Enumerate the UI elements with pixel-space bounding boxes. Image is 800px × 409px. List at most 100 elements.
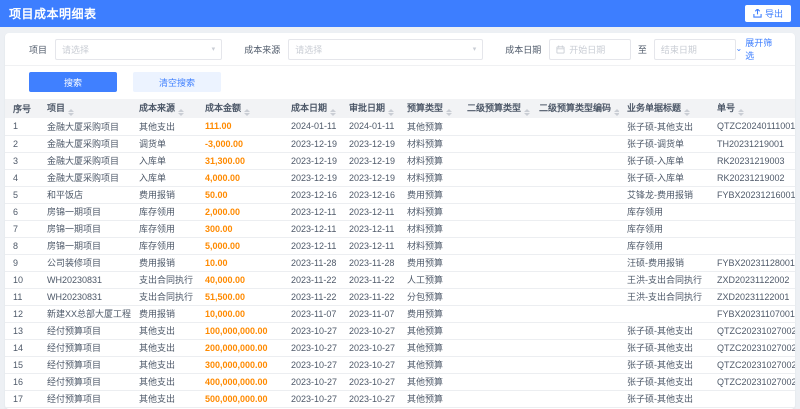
page-header: 项目成本明细表 导出 bbox=[0, 0, 800, 27]
column-header[interactable]: 二级预算类型编码 bbox=[531, 99, 619, 118]
column-header[interactable]: 成本金额 bbox=[197, 99, 283, 118]
table-body: 1 金融大厦采购项目 其他支出 111.00 2024-01-11 2024-01-11 其… bbox=[5, 118, 795, 408]
table-cell: 300,000,000.00 bbox=[197, 356, 283, 374]
table-row: 17 经付预算项目 其他支出 500,000,000.00 2023-10-27 2023… bbox=[5, 390, 795, 408]
table-cell bbox=[459, 254, 531, 272]
table-cell: 2023-12-19 bbox=[283, 135, 341, 153]
table-cell: 入库单 bbox=[131, 169, 197, 187]
sort-icon[interactable] bbox=[178, 109, 185, 116]
table-cell: 2023-11-07 bbox=[283, 305, 341, 323]
sort-icon[interactable] bbox=[684, 109, 691, 116]
table-cell: 4 bbox=[5, 169, 39, 187]
table-cell: 材料预算 bbox=[399, 237, 459, 255]
table-cell bbox=[531, 305, 619, 323]
sort-icon[interactable] bbox=[330, 109, 337, 116]
table-cell: 2023-12-16 bbox=[341, 186, 399, 204]
table-cell: FYBX20231128001 bbox=[709, 254, 795, 272]
cost-detail-table: 序号 项目 成本来源 成本金额 成本日期 审批日期 预算类型 二级预算类型 二级预算类型编码 业务… bbox=[5, 99, 795, 408]
table-cell: WH20230831 bbox=[39, 288, 131, 306]
table-cell: 4,000.00 bbox=[197, 169, 283, 187]
table-cell bbox=[709, 203, 795, 221]
table-cell bbox=[531, 254, 619, 272]
table-cell: ZXD20231122001 bbox=[709, 288, 795, 306]
table-cell bbox=[459, 152, 531, 170]
table-cell: 2023-12-19 bbox=[341, 169, 399, 187]
table-cell: 经付预算项目 bbox=[39, 322, 131, 340]
table-cell bbox=[531, 135, 619, 153]
table-row: 1 金融大厦采购项目 其他支出 111.00 2024-01-11 2024-01-11 其… bbox=[5, 118, 795, 136]
table-cell bbox=[531, 322, 619, 340]
table-cell: 17 bbox=[5, 390, 39, 408]
date-end-input[interactable]: 结束日期 bbox=[653, 38, 736, 60]
table-cell: 其他预算 bbox=[399, 339, 459, 357]
table-cell: 经付预算项目 bbox=[39, 356, 131, 374]
table-cell: 材料预算 bbox=[399, 220, 459, 238]
project-select[interactable]: 请选择 ▾ bbox=[55, 38, 223, 60]
table-row: 15 经付预算项目 其他支出 300,000,000.00 2023-10-27 2023… bbox=[5, 356, 795, 374]
table-cell: 2023-10-27 bbox=[283, 322, 341, 340]
table-cell: 2023-11-28 bbox=[341, 254, 399, 272]
table-cell: 库存领用 bbox=[131, 220, 197, 238]
chevron-down-icon: ▾ bbox=[472, 45, 477, 53]
column-header-label: 项目 bbox=[47, 103, 66, 113]
date-start-input[interactable]: 开始日期 bbox=[549, 38, 631, 60]
expand-filter-toggle[interactable]: ⌄ 展开筛选 bbox=[736, 36, 781, 62]
table-cell: 400,000,000.00 bbox=[197, 373, 283, 391]
table-cell: 金融大厦采购项目 bbox=[39, 135, 131, 153]
column-header-label: 预算类型 bbox=[407, 103, 444, 113]
table-cell: 金融大厦采购项目 bbox=[39, 118, 131, 136]
table-cell: 材料预算 bbox=[399, 135, 459, 153]
table-cell bbox=[459, 390, 531, 408]
table-cell bbox=[531, 220, 619, 238]
filter-actions: 搜索 清空搜索 bbox=[5, 66, 795, 99]
sort-icon[interactable] bbox=[388, 109, 395, 116]
column-header[interactable]: 成本日期 bbox=[283, 99, 341, 118]
column-header[interactable]: 项目 bbox=[39, 99, 131, 118]
table-cell bbox=[531, 203, 619, 221]
column-header[interactable]: 审批日期 bbox=[341, 99, 399, 118]
source-select[interactable]: 请选择 ▾ bbox=[288, 38, 484, 60]
table-cell: 张子硕-入库单 bbox=[619, 152, 709, 170]
sort-icon[interactable] bbox=[614, 109, 619, 116]
table-cell bbox=[459, 186, 531, 204]
export-button[interactable]: 导出 bbox=[744, 5, 791, 22]
project-filter-label: 项目 bbox=[29, 44, 48, 55]
table-cell: 5,000.00 bbox=[197, 237, 283, 255]
table-cell: 经付预算项目 bbox=[39, 373, 131, 391]
sort-icon[interactable] bbox=[68, 109, 75, 116]
column-header[interactable]: 单号 bbox=[709, 99, 795, 118]
table-cell: 2023-10-27 bbox=[341, 339, 399, 357]
table-cell: 新建XX总部大厦工程二期 bbox=[39, 305, 131, 323]
table-cell: 分包预算 bbox=[399, 288, 459, 306]
table-cell: 2023-12-11 bbox=[283, 220, 341, 238]
table-row: 11 WH20230831 支出合同执行 51,500.00 2023-11-22 202… bbox=[5, 288, 795, 306]
column-header[interactable]: 二级预算类型 bbox=[459, 99, 531, 118]
table-cell: 房锦一期项目 bbox=[39, 203, 131, 221]
table-cell: 2023-11-22 bbox=[341, 288, 399, 306]
page-title: 项目成本明细表 bbox=[9, 7, 97, 21]
table-row: 4 金融大厦采购项目 入库单 4,000.00 2023-12-19 2023-12-19… bbox=[5, 169, 795, 187]
table-cell: 其他预算 bbox=[399, 322, 459, 340]
table-cell bbox=[531, 152, 619, 170]
table-cell: 人工预算 bbox=[399, 271, 459, 289]
table-cell: 2023-12-11 bbox=[341, 203, 399, 221]
table-cell: 15 bbox=[5, 356, 39, 374]
table-cell: 库存领用 bbox=[619, 220, 709, 238]
table-cell: 8 bbox=[5, 237, 39, 255]
column-header[interactable]: 成本来源 bbox=[131, 99, 197, 118]
column-header[interactable]: 业务单据标题 bbox=[619, 99, 709, 118]
sort-icon[interactable] bbox=[446, 109, 453, 116]
table-cell: 经付预算项目 bbox=[39, 339, 131, 357]
table-cell: 31,300.00 bbox=[197, 152, 283, 170]
table-cell: 其他预算 bbox=[399, 356, 459, 374]
sort-icon[interactable] bbox=[244, 109, 251, 116]
table-cell: 支出合同执行 bbox=[131, 288, 197, 306]
table-row: 13 经付预算项目 其他支出 100,000,000.00 2023-10-27 2023… bbox=[5, 322, 795, 340]
search-button[interactable]: 搜索 bbox=[29, 72, 117, 92]
sort-icon[interactable] bbox=[524, 109, 531, 116]
clear-search-button[interactable]: 清空搜索 bbox=[133, 72, 221, 92]
sort-icon[interactable] bbox=[738, 109, 745, 116]
table-row: 5 和平饭店 费用报销 50.00 2023-12-16 2023-12-16 费用预算 艾锋… bbox=[5, 186, 795, 204]
expand-filter-label: 展开筛选 bbox=[745, 38, 773, 61]
column-header[interactable]: 预算类型 bbox=[399, 99, 459, 118]
